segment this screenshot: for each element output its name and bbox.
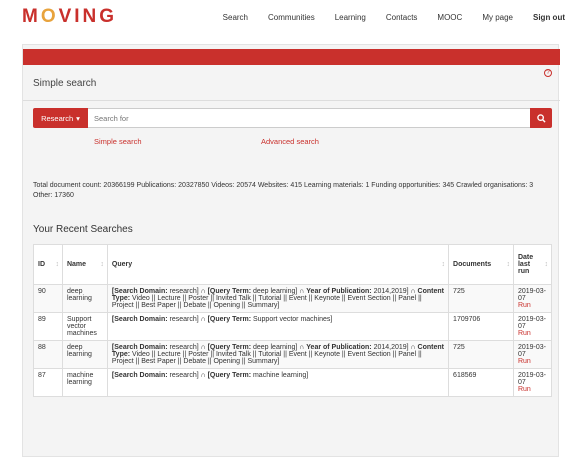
cell-id: 88 [33, 340, 63, 369]
caret-down-icon: ▾ [76, 113, 80, 123]
nav-mooc[interactable]: MOOC [437, 13, 462, 22]
date-value: 2019-03-07 [517, 316, 547, 330]
logo-letter-m: M [22, 6, 41, 27]
nav-communities[interactable]: Communities [268, 13, 315, 22]
cell-id: 87 [33, 368, 63, 397]
cell-query: [Search Domain: research] ∩ [Query Term:… [106, 312, 450, 341]
search-button[interactable] [530, 108, 552, 128]
run-link[interactable]: Run [518, 330, 547, 337]
search-icon [536, 113, 546, 123]
cell-query: [Search Domain: research] ∩ [Query Term:… [106, 368, 450, 397]
cell-name: deep learning [61, 340, 108, 369]
logo-rest: VING [58, 6, 118, 27]
column-header-date[interactable]: Date last run ↕ [512, 244, 553, 285]
cell-id: 89 [33, 312, 63, 341]
domain-dropdown-label: Research [41, 113, 74, 123]
run-link[interactable]: Run [518, 386, 547, 393]
nav-search[interactable]: Search [223, 13, 248, 22]
search-input[interactable] [88, 108, 530, 128]
sort-icon: ↕ [100, 260, 104, 268]
logo-letter-o: O [40, 6, 59, 27]
table-header-row: ID ↕ Name ↕ Query ↕ Documents ↕ Date last ru… [33, 244, 553, 285]
cell-name: deep learning [61, 284, 108, 313]
search-row: Research ▾ [33, 108, 552, 128]
sort-icon: ↕ [506, 260, 510, 268]
column-header-query[interactable]: Query ↕ [106, 244, 450, 285]
sort-icon: ↕ [544, 260, 549, 268]
panel-title: Simple search [33, 78, 97, 89]
cell-query: [Search Domain: research] ∩ [Query Term:… [106, 284, 450, 313]
divider [23, 100, 560, 101]
nav-learning[interactable]: Learning [335, 13, 366, 22]
nav-sign-out[interactable]: Sign out [533, 13, 565, 22]
simple-search-link[interactable]: Simple search [94, 137, 142, 146]
column-header-name[interactable]: Name ↕ [61, 244, 108, 285]
document-counts: Total document count: 20366199 Publicati… [33, 182, 534, 199]
table-row: 87 machine learning [Search Domain: resear… [33, 368, 553, 397]
recent-searches-title: Your Recent Searches [33, 224, 133, 235]
sort-icon: ↕ [441, 260, 446, 268]
table-row: 89 Support vector machines [Search Domain:… [33, 312, 553, 341]
top-navbar: MOVING Search Communities Learning Conta… [0, 0, 571, 38]
help-icon[interactable]: ? [544, 69, 552, 77]
cell-documents: 618569 [448, 368, 514, 397]
cell-date: 2019-03-07 Run [512, 284, 553, 313]
cell-documents: 1709706 [448, 312, 514, 341]
cell-date: 2019-03-07 Run [512, 312, 553, 341]
cell-documents: 725 [448, 284, 514, 313]
table-row: 90 deep learning [Search Domain: research]… [33, 284, 553, 313]
moving-logo[interactable]: MOVING [22, 6, 117, 28]
cell-name: Support vector machines [61, 312, 108, 341]
date-value: 2019-03-07 [517, 288, 547, 302]
domain-dropdown[interactable]: Research ▾ [33, 108, 88, 128]
cell-id: 90 [33, 284, 63, 313]
nav-contacts[interactable]: Contacts [386, 13, 418, 22]
cell-documents: 725 [448, 340, 514, 369]
main-panel: Simple search ? Research ▾ Simple search… [22, 44, 560, 457]
sort-icon: ↕ [55, 260, 59, 268]
header-bar [23, 49, 560, 65]
date-value: 2019-03-07 [517, 344, 547, 358]
cell-query: [Search Domain: research] ∩ [Query Term:… [106, 340, 450, 369]
cell-date: 2019-03-07 Run [512, 340, 553, 369]
run-link[interactable]: Run [518, 358, 547, 365]
cell-date: 2019-03-07 Run [512, 368, 553, 397]
date-value: 2019-03-07 [517, 372, 547, 386]
run-link[interactable]: Run [518, 302, 547, 309]
column-header-id[interactable]: ID ↕ [33, 244, 63, 285]
nav-my-page[interactable]: My page [482, 13, 513, 22]
cell-name: machine learning [61, 368, 108, 397]
nav-links: Search Communities Learning Contacts MOO… [223, 13, 565, 22]
advanced-search-link[interactable]: Advanced search [261, 137, 319, 146]
table-row: 88 deep learning [Search Domain: research]… [33, 340, 553, 369]
recent-searches-table: ID ↕ Name ↕ Query ↕ Documents ↕ Date last ru… [33, 244, 553, 397]
column-header-documents[interactable]: Documents ↕ [448, 244, 514, 285]
